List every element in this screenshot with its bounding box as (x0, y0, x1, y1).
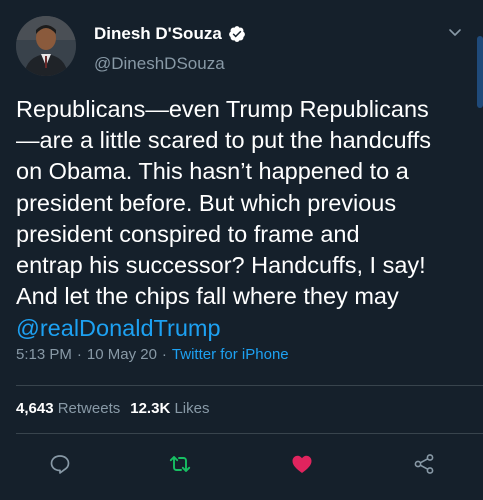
tweet-source[interactable]: Twitter for iPhone (172, 346, 289, 363)
tweet-stats: 4,643 Retweets 12.3K Likes (16, 400, 209, 417)
divider (16, 385, 483, 386)
likes-label: Likes (174, 400, 210, 417)
tweet-header: Dinesh D'Souza @DineshDSouza (16, 16, 467, 80)
reply-icon[interactable] (48, 452, 72, 476)
likes-count: 12.3K (130, 400, 171, 417)
meta-separator: · (161, 346, 167, 363)
scrollbar[interactable] (477, 36, 483, 108)
chevron-down-icon[interactable] (447, 24, 463, 40)
retweets-stat[interactable]: 4,643 Retweets (16, 400, 120, 417)
user-handle[interactable]: @DineshDSouza (94, 54, 246, 74)
likes-stat[interactable]: 12.3K Likes (130, 400, 209, 417)
display-name-row: Dinesh D'Souza (94, 22, 246, 46)
tweet-time[interactable]: 5:13 PM (16, 346, 72, 363)
share-icon[interactable] (412, 452, 436, 476)
tweet-date[interactable]: 10 May 20 (87, 346, 157, 363)
mention-link[interactable]: @realDonaldTrump (16, 313, 221, 344)
divider (16, 433, 483, 434)
retweet-icon[interactable] (168, 452, 192, 476)
tweet-meta: 5:13 PM · 10 May 20 · Twitter for iPhone (16, 346, 289, 363)
meta-separator: · (76, 346, 82, 363)
action-bar (0, 446, 483, 482)
tweet-text: Republicans—even Trump Republicans —are … (16, 96, 431, 310)
retweets-count: 4,643 (16, 400, 54, 417)
verified-badge-icon (228, 25, 246, 43)
heart-icon[interactable] (290, 452, 314, 476)
user-names: Dinesh D'Souza @DineshDSouza (94, 22, 246, 74)
retweets-label: Retweets (57, 400, 121, 417)
display-name[interactable]: Dinesh D'Souza (94, 24, 222, 44)
avatar[interactable] (16, 16, 76, 76)
avatar-image (16, 16, 76, 76)
tweet-card: Dinesh D'Souza @DineshDSouza Republicans… (0, 0, 483, 500)
